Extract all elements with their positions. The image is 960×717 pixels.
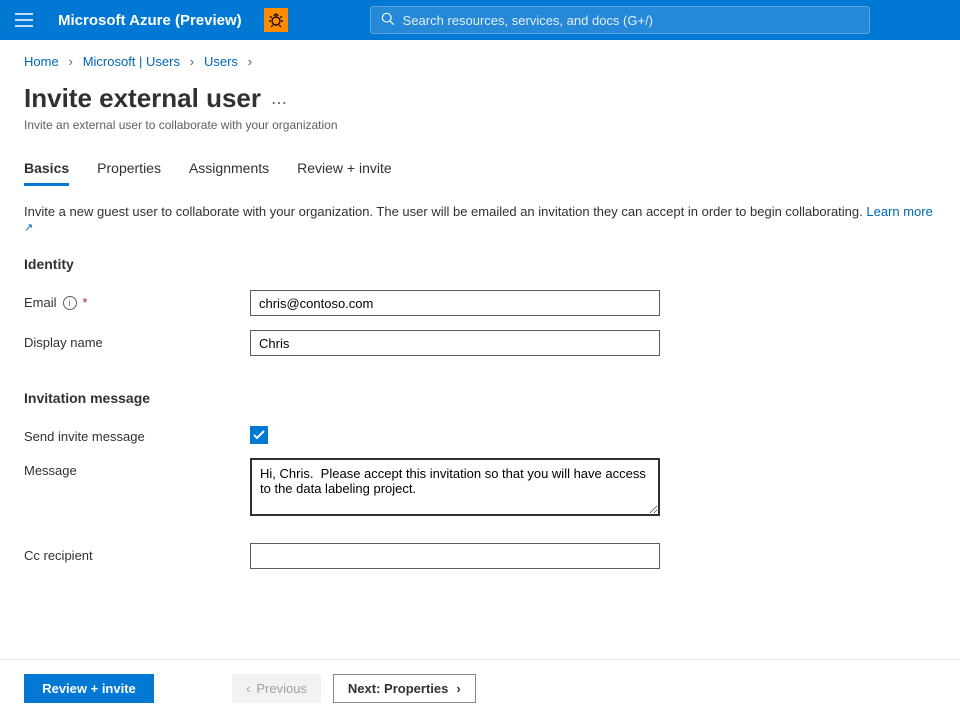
info-icon[interactable]: i	[63, 296, 77, 310]
description-text: Invite a new guest user to collaborate w…	[24, 204, 866, 219]
chevron-right-icon: ›	[242, 54, 258, 69]
required-indicator: *	[83, 295, 88, 310]
cc-field[interactable]	[250, 543, 660, 569]
content-area: Home › Microsoft | Users › Users › Invit…	[0, 40, 960, 569]
chevron-right-icon: ›	[184, 54, 200, 69]
section-identity-title: Identity	[24, 256, 936, 272]
breadcrumb: Home › Microsoft | Users › Users ›	[24, 54, 936, 69]
row-display-name: Display name	[24, 330, 936, 356]
display-name-field[interactable]	[250, 330, 660, 356]
tab-properties[interactable]: Properties	[97, 154, 161, 186]
review-invite-button[interactable]: Review + invite	[24, 674, 154, 703]
footer-bar: Review + invite ‹ Previous Next: Propert…	[0, 659, 960, 717]
check-icon	[253, 429, 265, 441]
search-input[interactable]	[403, 13, 859, 28]
search-container	[370, 6, 870, 34]
chevron-right-icon: ›	[456, 681, 460, 696]
tab-description: Invite a new guest user to collaborate w…	[24, 204, 936, 234]
chevron-right-icon: ›	[63, 54, 79, 69]
tab-basics[interactable]: Basics	[24, 154, 69, 186]
breadcrumb-users-root[interactable]: Microsoft | Users	[83, 54, 180, 69]
tab-review-invite[interactable]: Review + invite	[297, 154, 392, 186]
email-label: Email i *	[24, 290, 250, 310]
cc-label: Cc recipient	[24, 543, 250, 563]
display-name-label: Display name	[24, 330, 250, 350]
section-invitation-title: Invitation message	[24, 390, 936, 406]
send-invite-checkbox[interactable]	[250, 426, 268, 444]
row-email: Email i *	[24, 290, 936, 316]
row-send-invite: Send invite message	[24, 424, 936, 444]
row-message: Message	[24, 458, 936, 519]
email-field[interactable]	[250, 290, 660, 316]
brand-title[interactable]: Microsoft Azure (Preview)	[52, 12, 248, 29]
external-link-icon: ↗	[24, 222, 33, 234]
hamburger-menu-icon[interactable]	[8, 4, 40, 36]
page-subtitle: Invite an external user to collaborate w…	[24, 118, 936, 132]
bug-icon[interactable]	[264, 8, 288, 32]
top-bar: Microsoft Azure (Preview)	[0, 0, 960, 40]
search-icon	[381, 12, 395, 29]
next-button[interactable]: Next: Properties ›	[333, 674, 476, 703]
more-actions-button[interactable]: ⋯	[271, 85, 287, 113]
page-title-row: Invite external user ⋯	[24, 83, 936, 114]
tab-assignments[interactable]: Assignments	[189, 154, 269, 186]
chevron-left-icon: ‹	[246, 681, 250, 696]
search-box[interactable]	[370, 6, 870, 34]
message-field[interactable]	[250, 458, 660, 516]
breadcrumb-home[interactable]: Home	[24, 54, 59, 69]
breadcrumb-users[interactable]: Users	[204, 54, 238, 69]
send-invite-label: Send invite message	[24, 424, 250, 444]
footer-nav-group: ‹ Previous Next: Properties ›	[232, 674, 476, 703]
page-title: Invite external user	[24, 83, 261, 114]
previous-button: ‹ Previous	[232, 674, 321, 703]
row-cc: Cc recipient	[24, 543, 936, 569]
message-label: Message	[24, 458, 250, 478]
tab-bar: Basics Properties Assignments Review + i…	[24, 154, 936, 186]
